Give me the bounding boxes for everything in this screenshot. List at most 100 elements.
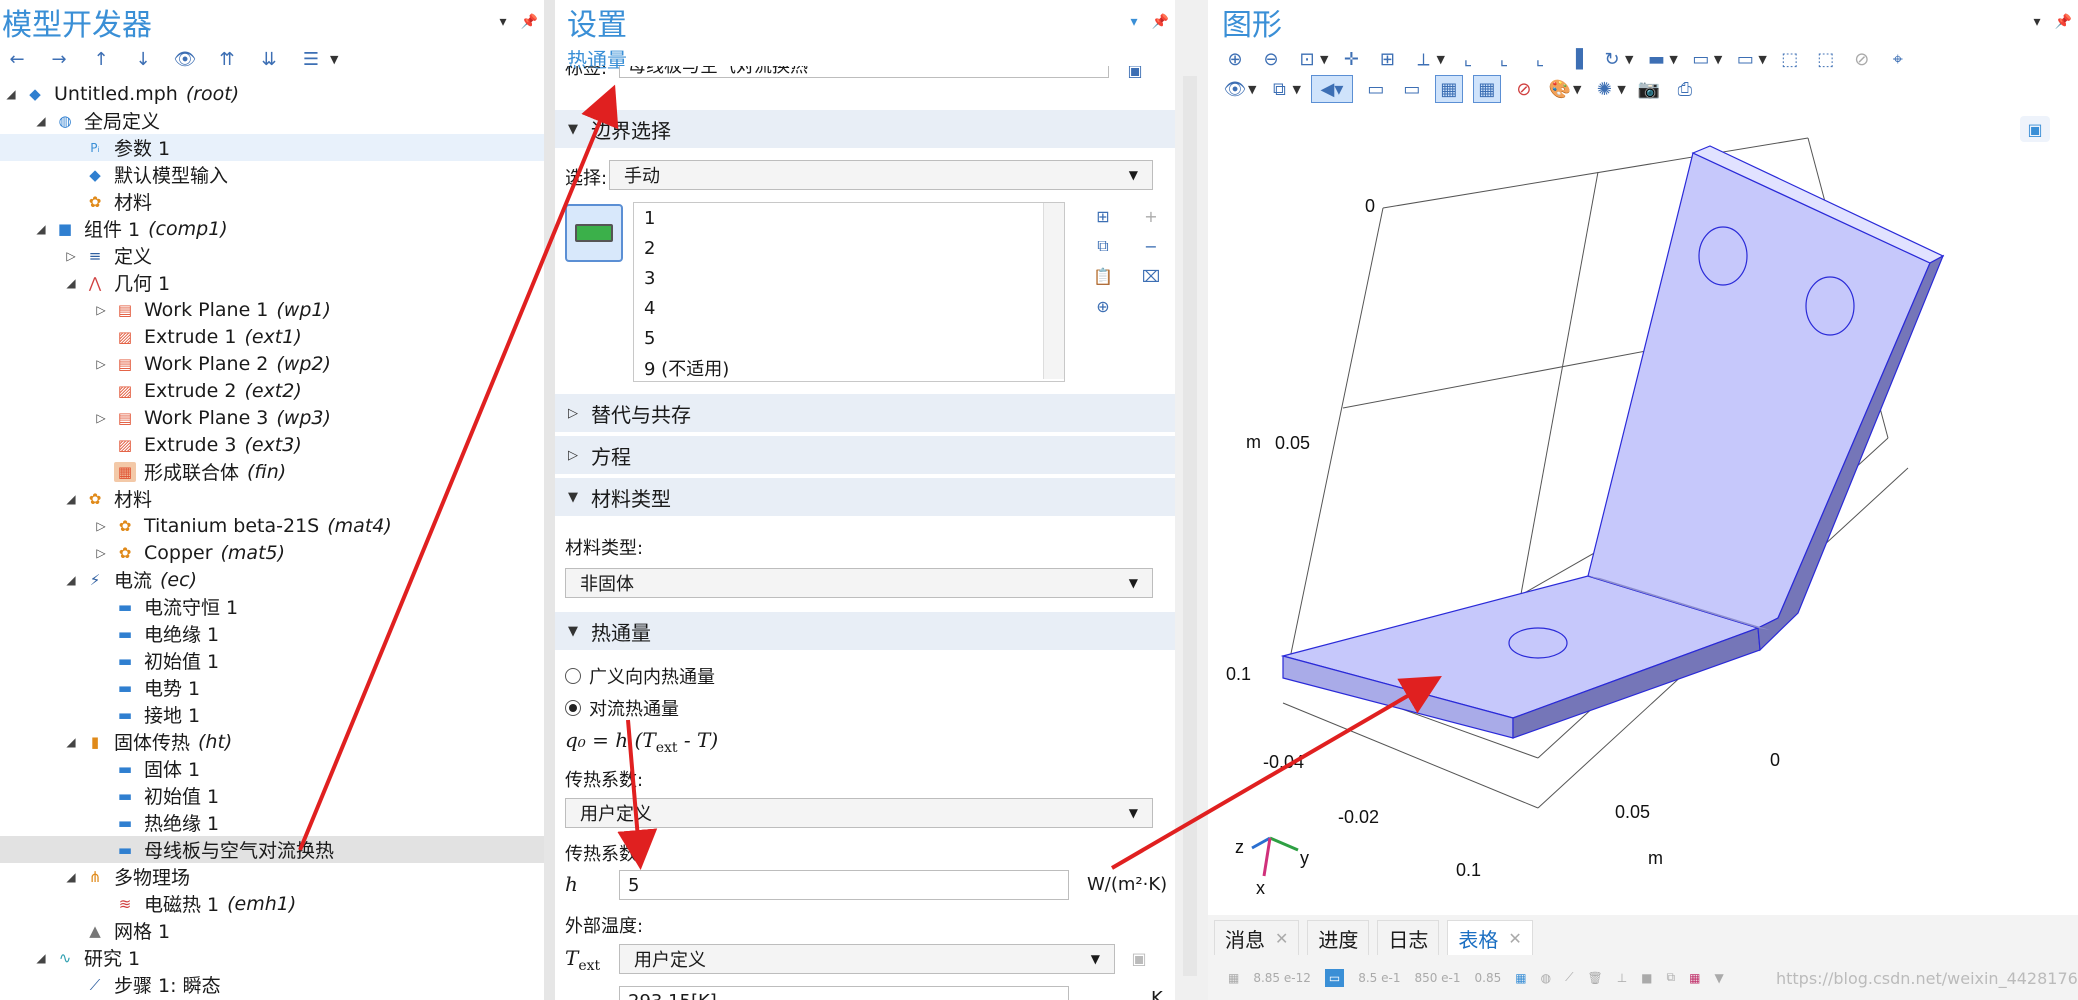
grid-icon[interactable]: ▦ (1472, 75, 1501, 103)
tree-node-initial-values-ht[interactable]: ▬ 初始值 1 (0, 782, 544, 809)
tree-node-convective-heat-flux[interactable]: ▬ 母线板与空气对流换热 (0, 836, 544, 863)
tree-node-electric-potential[interactable]: ▬ 电势 1 (0, 674, 544, 701)
tab-log[interactable]: 日志 (1377, 920, 1440, 955)
forward-arrow-icon[interactable]: → (46, 46, 72, 72)
tree-node-electric-currents[interactable]: ◢ ⚡ 电流 (ec) (0, 566, 544, 593)
zoom-in-icon[interactable]: ⊕ (1222, 46, 1248, 72)
tree-node-thermal-insulation[interactable]: ▬ 热绝缘 1 (0, 809, 544, 836)
move-down-icon[interactable]: ↓ (130, 46, 156, 72)
tree-node-study[interactable]: ◢ ∿ 研究 1 (0, 944, 544, 971)
zoom-extents-icon[interactable]: ⊞ (1374, 46, 1400, 72)
htc-dropdown[interactable]: 用户定义 ▼ (565, 798, 1153, 828)
chart-icon[interactable]: ⊥ (1617, 971, 1627, 985)
show-icon[interactable]: 👁 (172, 46, 198, 72)
chevron-down-icon[interactable]: ▼ (1669, 53, 1677, 66)
expand-arrow-icon[interactable]: ▷ (90, 411, 112, 425)
text-dropdown[interactable]: 用户定义 ▼ (619, 944, 1115, 974)
tree-node-ground[interactable]: ▬ 接地 1 (0, 701, 544, 728)
hide-icon[interactable]: ⊘ (1849, 46, 1875, 72)
label-input[interactable]: 母线板与空气对流换热 (619, 66, 1109, 78)
tree-node-multiphysics[interactable]: ◢ ⋔ 多物理场 (0, 863, 544, 890)
tree-node-heat-transfer[interactable]: ◢ ▮ 固体传热 (ht) (0, 728, 544, 755)
list-view-icon[interactable]: ☰ (298, 46, 324, 72)
section-material-type[interactable]: ▼ 材料类型 (555, 478, 1175, 516)
section-equation[interactable]: ▷ 方程 (555, 436, 1175, 474)
zoom-selected-icon[interactable]: ✛ (1338, 46, 1364, 72)
clear-selection-icon[interactable]: ⌧ (1139, 264, 1163, 288)
copy-icon[interactable]: ⧉ (1667, 970, 1676, 985)
tree-node-global-materials[interactable]: ✿ 材料 (0, 188, 544, 215)
collapse-arrow-icon[interactable]: ◢ (60, 735, 82, 749)
tree-node-geometry[interactable]: ◢ ⋀ 几何 1 (0, 269, 544, 296)
table-grid-icon[interactable]: ▦ (1515, 971, 1526, 985)
expand-arrow-icon[interactable]: ▷ (90, 303, 112, 317)
tree-node-global-definitions[interactable]: ◢ ◍ 全局定义 (0, 107, 544, 134)
expand-all-icon[interactable]: ⇈ (214, 46, 240, 72)
list-item[interactable]: 5 (634, 323, 1064, 353)
chevron-down-icon[interactable]: ▼ (1714, 971, 1723, 985)
chevron-down-icon[interactable]: ▼ (1617, 83, 1625, 96)
boundary-listbox[interactable]: 1 2 3 4 5 9 (不适用) (633, 202, 1065, 382)
collapse-arrow-icon[interactable]: ◢ (30, 114, 52, 128)
brush-icon[interactable]: ⟋ (1565, 970, 1573, 985)
light-source-icon[interactable]: ◀▾ (1310, 75, 1353, 103)
collapse-arrow-icon[interactable]: ◢ (30, 951, 52, 965)
active-toggle-button[interactable] (565, 204, 623, 262)
tree-node-work-plane-2[interactable]: ▷ ▤ Work Plane 2 (wp2) (0, 350, 544, 377)
snapshot-settings-icon[interactable]: ✺ (1591, 76, 1617, 102)
expand-arrow-icon[interactable]: ▷ (60, 249, 82, 263)
radio-general-inward-heat-flux[interactable]: 广义向内热通量 (555, 660, 715, 692)
tree-node-initial-values-ec[interactable]: ▬ 初始值 1 (0, 647, 544, 674)
collapse-arrow-icon[interactable]: ◢ (60, 276, 82, 290)
minus-icon[interactable]: − (1139, 234, 1163, 258)
tab-table[interactable]: 表格 ✕ (1447, 920, 1533, 955)
paste-selection-icon[interactable]: 📋 (1091, 264, 1115, 288)
move-up-icon[interactable]: ↑ (88, 46, 114, 72)
collapse-all-icon[interactable]: ⇊ (256, 46, 282, 72)
number-format-selected-icon[interactable]: ▭ (1324, 968, 1345, 987)
variable-icon[interactable]: ▣ (1127, 946, 1151, 970)
folder-icon[interactable]: ▬ (1643, 46, 1669, 72)
list-item[interactable]: 9 (不适用) (634, 353, 1064, 383)
view-zx-icon[interactable]: ⌞ (1527, 46, 1553, 72)
color-icon[interactable]: 🎨 (1547, 76, 1573, 102)
expand-arrow-icon[interactable]: ▷ (90, 357, 112, 371)
list-item[interactable]: 1 (634, 203, 1064, 233)
tree-node-root[interactable]: ◢ ◆ Untitled.mph (root) (0, 80, 544, 107)
scrollbar[interactable] (1043, 203, 1064, 379)
print-icon[interactable]: ⎙ (1672, 76, 1698, 102)
chevron-down-icon[interactable]: ▼ (1758, 53, 1766, 66)
chevron-down-icon[interactable]: ▼ (1714, 53, 1722, 66)
table-color-icon[interactable]: ▦ (1689, 971, 1700, 985)
tree-node-solid[interactable]: ▬ 固体 1 (0, 755, 544, 782)
zoom-box-icon[interactable]: ⊡ (1294, 46, 1320, 72)
collapse-arrow-icon[interactable]: ◢ (30, 222, 52, 236)
tree-node-component[interactable]: ◢ ■ 组件 1 (comp1) (0, 215, 544, 242)
box-select-icon[interactable]: ⬚ (1777, 46, 1803, 72)
radio-convective-heat-flux[interactable]: 对流热通量 (555, 692, 679, 724)
rotate-icon[interactable]: ↻ (1599, 46, 1625, 72)
tree-node-definitions[interactable]: ▷ ≡ 定义 (0, 242, 544, 269)
tree-node-electromagnetic-heating[interactable]: ≋ 电磁热 1 (emh1) (0, 890, 544, 917)
table-view-icon[interactable]: ▦ (1228, 971, 1239, 985)
tree-node-default-inputs[interactable]: ◆ 默认模型输入 (0, 161, 544, 188)
tree-node-materials[interactable]: ◢ ✿ 材料 (0, 485, 544, 512)
reset-view-icon[interactable]: ⊘ (1511, 76, 1537, 102)
section-boundary-selection[interactable]: ▼ 边界选择 (555, 110, 1175, 148)
collapse-arrow-icon[interactable]: ◢ (60, 573, 82, 587)
material-type-dropdown[interactable]: 非固体 ▼ (565, 568, 1153, 598)
view-yz-icon[interactable]: ⌞ (1491, 46, 1517, 72)
number-format-option[interactable]: 850 e-1 (1414, 971, 1460, 985)
globe-icon[interactable]: ◍ (1541, 971, 1551, 985)
delete-icon[interactable]: 🗑 (1587, 971, 1602, 985)
tree-node-extrude-2[interactable]: ▨ Extrude 2 (ext2) (0, 377, 544, 404)
number-format-option[interactable]: 0.85 (1475, 971, 1502, 985)
chevron-down-icon[interactable]: ▼ (1248, 83, 1256, 96)
scene-icon[interactable]: ▦ (1434, 75, 1463, 103)
selection-dropdown[interactable]: 手动 ▼ (609, 160, 1153, 190)
tree-node-form-union[interactable]: ▦ 形成联合体 (fin) (0, 458, 544, 485)
collapse-arrow-icon[interactable]: ◢ (60, 492, 82, 506)
tree-node-time-dependent-step[interactable]: ⟋ 步骤 1: 瞬态 (0, 971, 544, 998)
list-item[interactable]: 4 (634, 293, 1064, 323)
chevron-down-icon[interactable]: ▼ (1625, 53, 1633, 66)
